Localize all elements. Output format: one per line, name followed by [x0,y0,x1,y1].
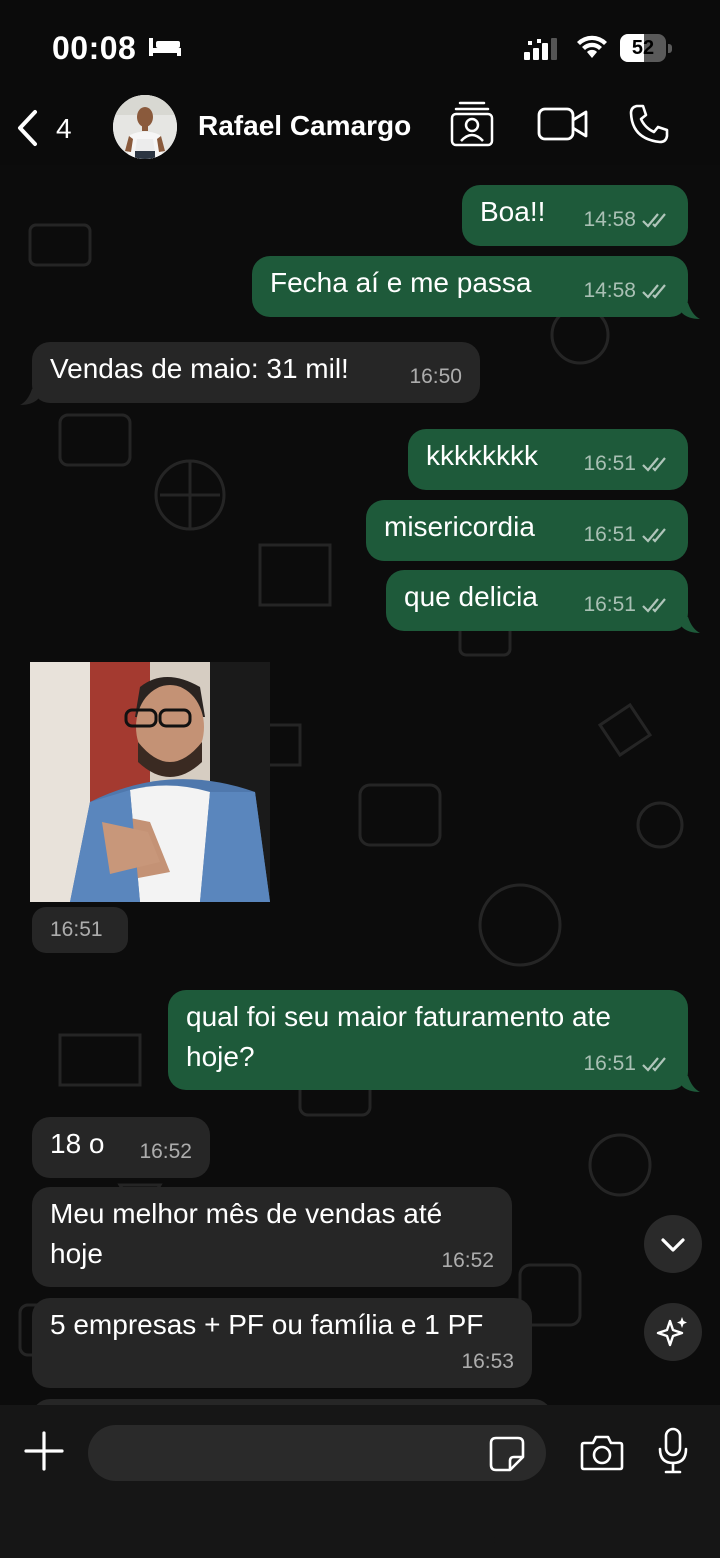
message-time: 16:51 [50,918,103,941]
message-text-line: qual foi seu maior faturamento ate [186,1001,611,1032]
message-text: kkkkkkkk [426,440,538,471]
microphone-icon[interactable] [656,1427,690,1475]
read-receipt-icon [642,213,666,228]
contact-card-icon[interactable] [450,101,494,147]
scroll-down-button[interactable] [644,1215,702,1273]
message-text-line: hoje [50,1238,103,1269]
bubble-tail [682,303,700,319]
message-time: 16:52 [441,1249,494,1272]
contact-name[interactable]: Rafael Camargo [198,110,411,142]
avatar[interactable] [113,95,177,159]
message-text: que delicia [404,581,538,612]
message-time: 16:50 [409,365,462,388]
image-message[interactable] [30,662,270,902]
phone-icon[interactable] [628,103,670,145]
ai-assistant-button[interactable] [644,1303,702,1361]
message-bubble-outgoing[interactable]: misericordia 16:51 [366,500,688,561]
message-text: 18 o [50,1128,105,1159]
message-bubble-outgoing[interactable]: que delicia 16:51 [386,570,688,631]
message-text-line: hoje? [186,1041,255,1072]
message-bubble-incoming[interactable]: Vendas de maio: 31 mil! 16:50 [32,342,480,403]
message-time: 16:53 [461,1350,514,1373]
signal-icon [524,38,557,60]
scroll-down-icon [661,1238,685,1252]
message-meta: 16:51 [583,585,672,625]
message-meta: 16:51 [583,515,672,555]
message-meta: 16:51 [583,444,672,484]
message-meta: 16:51 [583,1044,672,1084]
message-bubble-incoming[interactable]: 5 empresas + PF ou família e 1 PF 16:53 [32,1298,532,1388]
message-bubble-outgoing[interactable]: Fecha aí e me passa 14:58 [252,256,688,317]
message-meta: 16:52 [441,1241,494,1281]
chat-header: 4 Rafael Camargo [0,95,720,165]
wifi-icon [577,35,607,58]
message-time: 16:51 [583,1052,636,1075]
message-meta: 14:58 [583,271,672,311]
bubble-tail [682,617,700,633]
status-bar: 00:08 52 [0,0,720,95]
message-time: 16:51 [583,452,636,475]
ai-sparkle-icon [656,1317,687,1347]
message-text: Fecha aí e me passa [270,267,532,298]
sticker-icon[interactable] [488,1435,526,1473]
message-meta: 16:52 [139,1132,192,1172]
read-receipt-icon [642,457,666,472]
bubble-tail [682,1076,700,1092]
message-time: 16:51 [583,593,636,616]
message-text: 5 empresas + PF ou família e 1 PF [50,1309,484,1340]
back-button[interactable]: 4 [14,105,84,153]
message-text: Vendas de maio: 31 mil! [50,353,349,384]
unread-count: 4 [56,113,72,144]
message-text: misericordia [384,511,535,542]
message-bubble-incoming[interactable]: Meu melhor mês de vendas até hoje 16:52 [32,1187,512,1287]
message-bubble-outgoing[interactable]: qual foi seu maior faturamento ate hoje?… [168,990,688,1090]
read-receipt-icon [642,528,666,543]
message-bubble-incoming[interactable]: 18 o 16:52 [32,1117,210,1178]
camera-icon[interactable] [580,1433,624,1471]
status-time: 00:08 [52,30,137,66]
read-receipt-icon [642,284,666,299]
message-time: 14:58 [583,279,636,302]
message-time: 14:58 [583,208,636,231]
battery-level: 52 [631,37,655,59]
message-bubble-outgoing[interactable]: kkkkkkkk 16:51 [408,429,688,490]
read-receipt-icon [642,1057,666,1072]
chat-area[interactable]: Boa!! 14:58 Fecha aí e me passa 14:58 Ve… [0,165,720,1405]
composer-bar [0,1405,720,1558]
message-text: Boa!! [480,196,546,227]
message-meta: 16:50 [409,357,462,397]
message-bubble-outgoing[interactable]: Boa!! 14:58 [462,185,688,246]
video-call-icon[interactable] [537,107,589,141]
bubble-tail [20,389,38,405]
back-chevron-icon [18,110,37,146]
image-message-time: 16:51 [32,907,128,953]
bed-icon [149,38,181,56]
message-time: 16:52 [139,1140,192,1163]
battery-icon: 52 [620,34,672,62]
plus-icon[interactable] [24,1431,64,1471]
message-meta: 14:58 [583,200,672,240]
message-input[interactable] [88,1425,546,1481]
message-meta: 16:53 [461,1342,514,1382]
message-text-line: Meu melhor mês de vendas até [50,1198,443,1229]
home-indicator [225,1535,495,1545]
read-receipt-icon [642,598,666,613]
message-time: 16:51 [583,523,636,546]
